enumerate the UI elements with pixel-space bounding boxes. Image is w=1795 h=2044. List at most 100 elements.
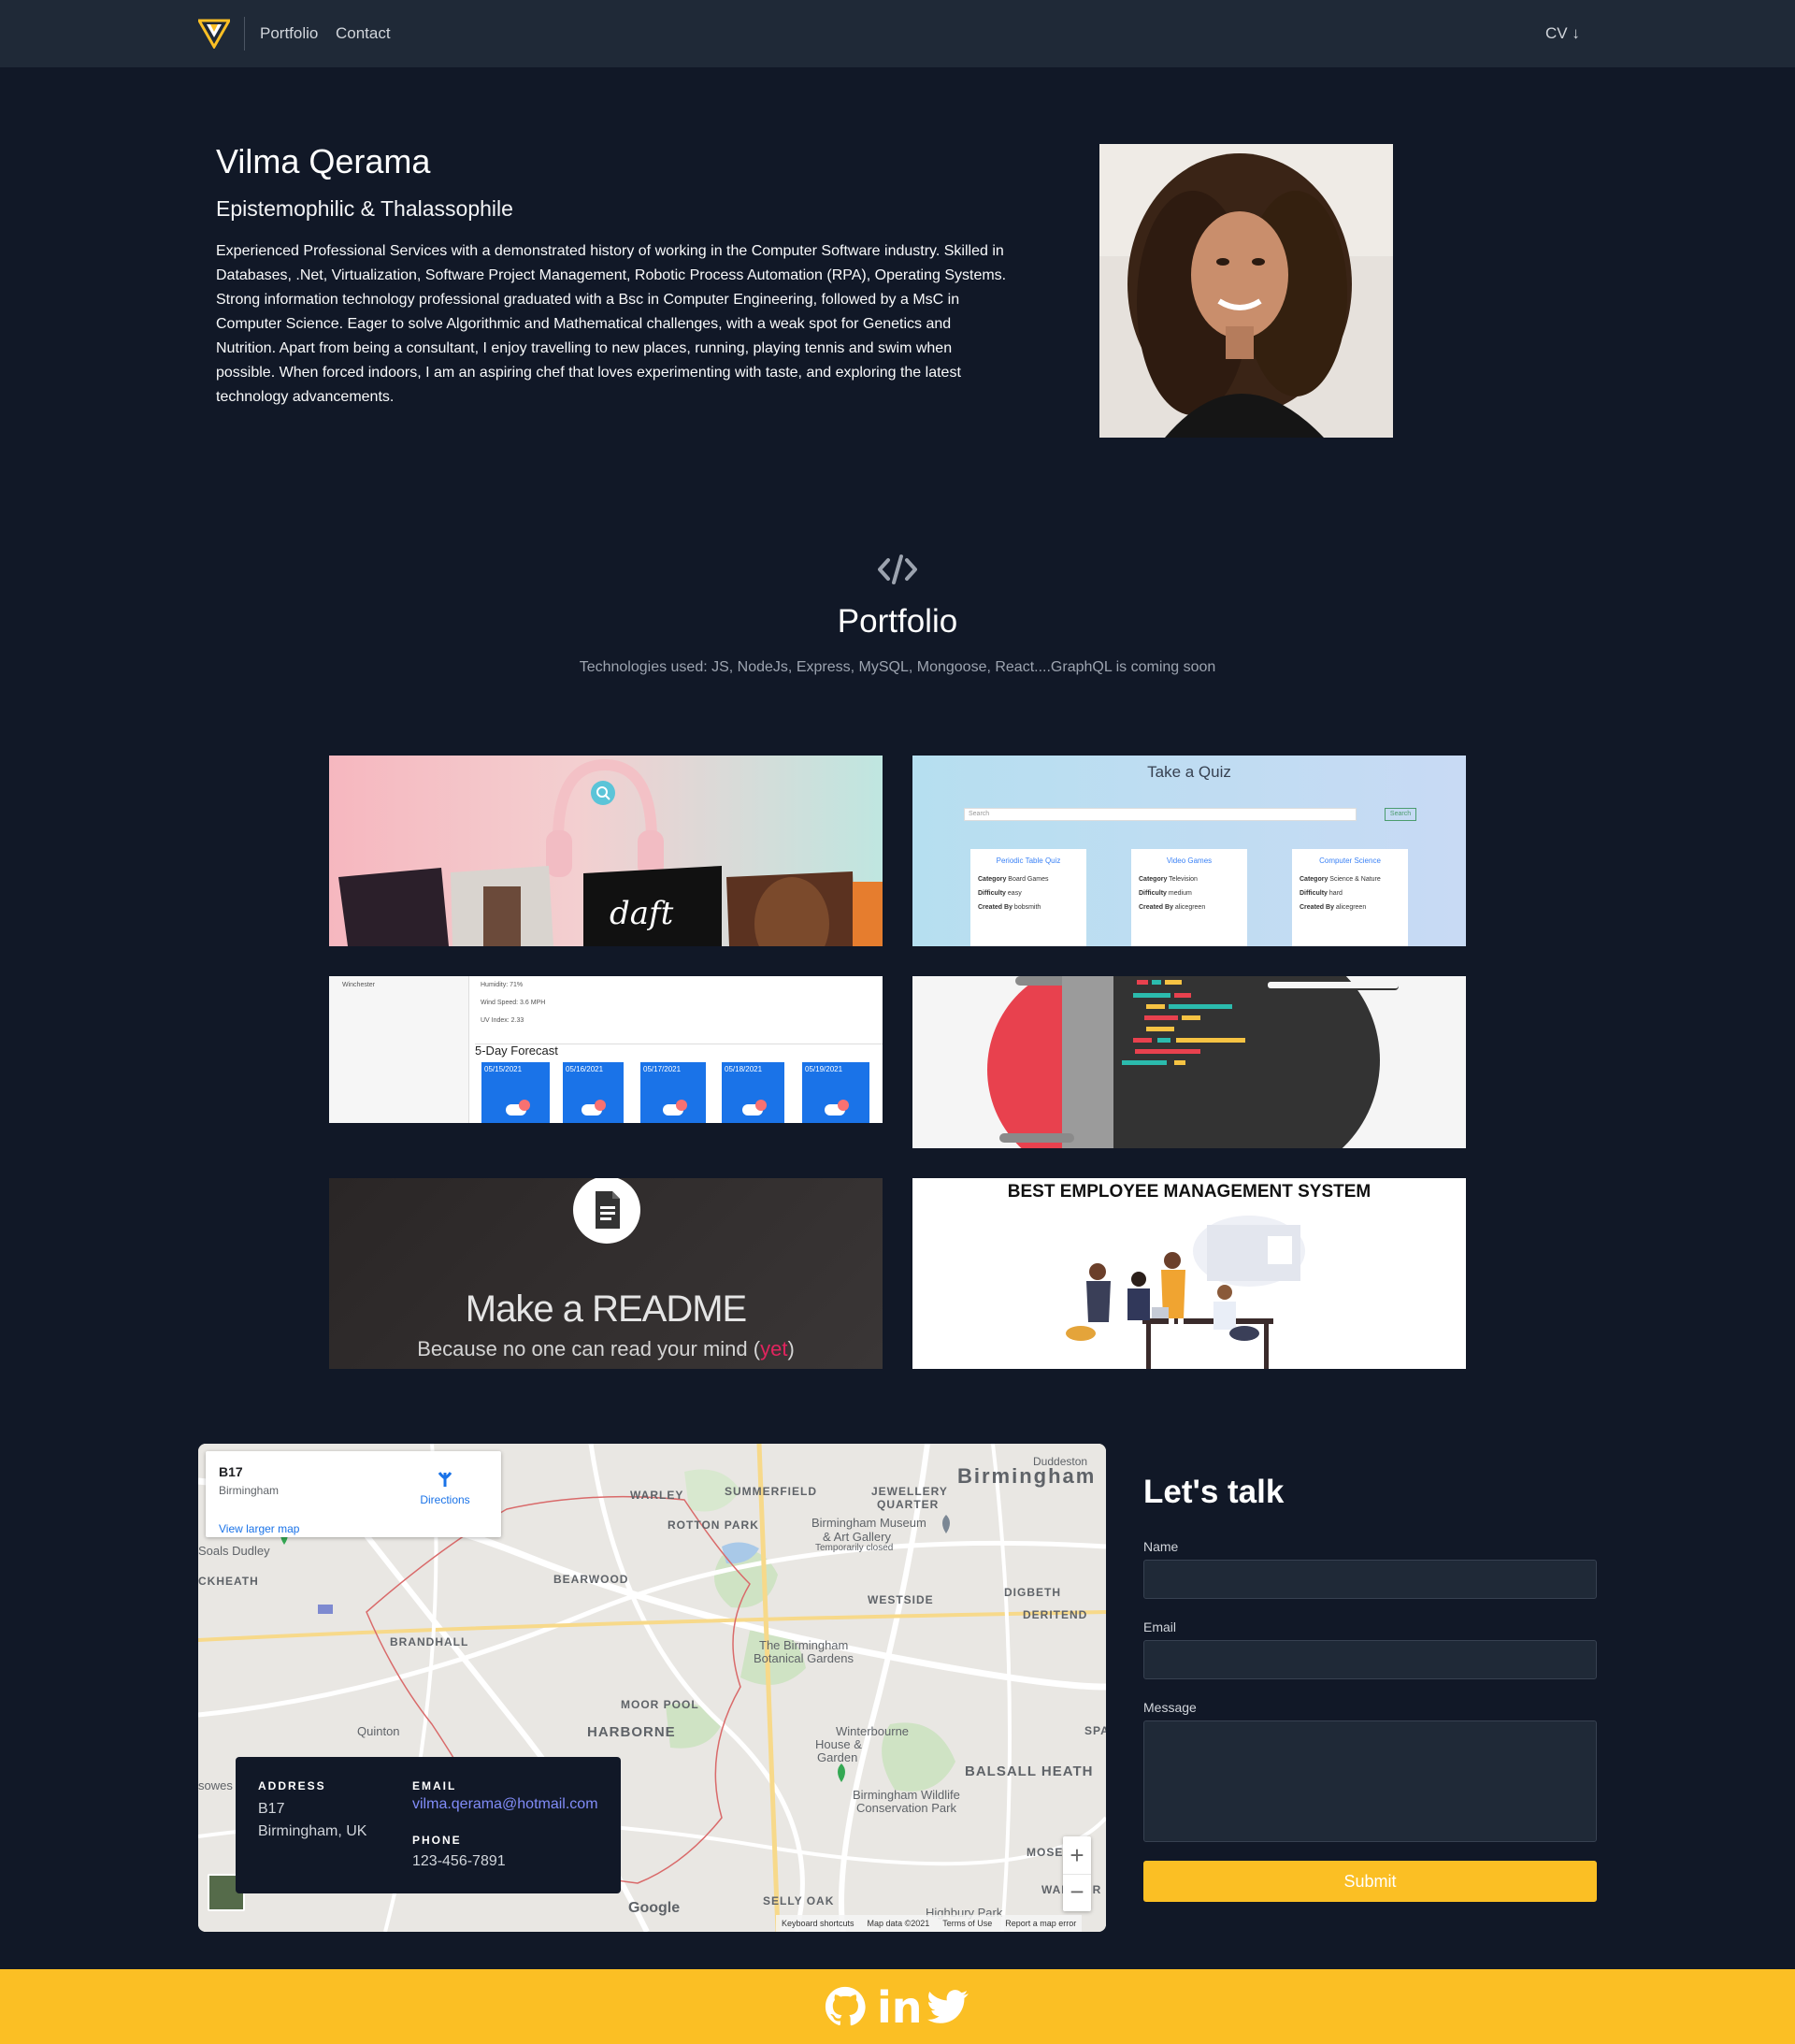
name-input[interactable] xyxy=(1143,1560,1597,1599)
map-label: QUARTER xyxy=(877,1498,940,1511)
email-link[interactable]: vilma.qerama@hotmail.com xyxy=(412,1796,598,1813)
map-label: SELLY OAK xyxy=(763,1894,835,1907)
address-line-1: B17 xyxy=(258,1801,285,1817)
map-label: & Art Gallery xyxy=(823,1530,891,1544)
directions-button[interactable]: Directions xyxy=(417,1470,473,1506)
contact-info-box: ADDRESS B17 Birmingham, UK EMAIL vilma.q… xyxy=(236,1757,621,1893)
quiz-card[interactable]: Video Games Category Television Difficul… xyxy=(1131,849,1247,946)
ems-title: BEST EMPLOYEE MANAGEMENT SYSTEM xyxy=(1007,1182,1371,1202)
readme-subtitle: Because no one can read your mind (yet) xyxy=(417,1337,795,1360)
logo-icon[interactable] xyxy=(198,19,230,49)
map-place-card: B17 Birmingham View larger map Direction… xyxy=(206,1451,501,1537)
zoom-in-button[interactable]: + xyxy=(1063,1836,1091,1874)
map-zoom-controls: + − xyxy=(1063,1836,1091,1911)
message-label: Message xyxy=(1143,1700,1197,1715)
portfolio-title: Portfolio xyxy=(837,603,958,640)
project-card-quiz[interactable]: Take a Quiz Search Search Periodic Table… xyxy=(912,756,1466,946)
map-label: HARBORNE xyxy=(587,1724,676,1740)
map-label: The Birmingham xyxy=(759,1638,849,1652)
hero-bio: Experienced Professional Services with a… xyxy=(216,243,1007,405)
map-label: BRANDHALL xyxy=(390,1635,469,1648)
github-icon[interactable] xyxy=(825,1986,866,2027)
forecast-day: 05/15/2021 xyxy=(481,1062,550,1123)
quiz-title: Take a Quiz xyxy=(1147,763,1231,781)
map-label: MOSE xyxy=(1027,1846,1064,1859)
map-label: DERITEND xyxy=(1023,1608,1088,1621)
map-label: Quinton xyxy=(357,1724,400,1738)
forecast-title: 5-Day Forecast xyxy=(475,1044,558,1058)
project-card-music[interactable]: daft xyxy=(329,756,883,946)
map-label: Birmingham Wildlife xyxy=(853,1788,960,1802)
map-label: Temporarily closed xyxy=(815,1543,894,1553)
forecast-day: 05/19/2021 xyxy=(802,1062,869,1123)
map-data-text: Map data ©2021 xyxy=(867,1919,930,1928)
project-card-ems[interactable]: BEST EMPLOYEE MANAGEMENT SYSTEM xyxy=(912,1178,1466,1369)
project-card-code[interactable] xyxy=(912,976,1466,1148)
email-label: EMAIL xyxy=(412,1779,457,1792)
profile-photo xyxy=(1099,144,1393,438)
map-label: BALSALL HEATH xyxy=(965,1763,1094,1779)
phone-number: 123-456-7891 xyxy=(412,1853,506,1869)
google-logo: Google xyxy=(628,1900,681,1916)
map-label: MOOR POOL xyxy=(621,1698,699,1711)
portfolio-tech: Technologies used: JS, NodeJs, Express, … xyxy=(579,659,1216,675)
submit-button[interactable]: Submit xyxy=(1143,1861,1597,1902)
project-card-weather[interactable]: Winchester Humidity: 71% Wind Speed: 3.6… xyxy=(329,976,883,1123)
view-larger-map-link[interactable]: View larger map xyxy=(219,1522,299,1535)
weather-city: Winchester xyxy=(342,982,376,988)
map-label: BEARWOOD xyxy=(553,1573,629,1586)
readme-title: Make a README xyxy=(465,1288,747,1330)
forecast-day: 05/17/2021 xyxy=(640,1062,706,1123)
twitter-icon[interactable] xyxy=(927,1986,969,2027)
quiz-card[interactable]: Periodic Table Quiz Category Board Games… xyxy=(970,849,1086,946)
quiz-search-input[interactable]: Search xyxy=(964,808,1357,821)
quiz-card[interactable]: Computer Science Category Science & Natu… xyxy=(1292,849,1408,946)
zoom-out-button[interactable]: − xyxy=(1063,1874,1091,1911)
map-label: Birmingham Museum xyxy=(811,1516,926,1530)
document-icon xyxy=(573,1178,640,1244)
phone-label: PHONE xyxy=(412,1834,462,1847)
map-label: SPA xyxy=(1084,1724,1106,1737)
map-label: CKHEATH xyxy=(198,1575,259,1588)
terms-link[interactable]: Terms of Use xyxy=(942,1919,992,1928)
contact-title: Let's talk xyxy=(1143,1474,1285,1510)
hero-subtitle: Epistemophilic & Thalassophile xyxy=(216,196,513,221)
map-label: WESTSIDE xyxy=(868,1593,934,1606)
email-field-label: Email xyxy=(1143,1619,1177,1634)
map-label: Conservation Park xyxy=(856,1801,956,1815)
map-label: Botanical Gardens xyxy=(754,1651,854,1665)
address-line-2: Birmingham, UK xyxy=(258,1823,367,1839)
map-label: JEWELLERY xyxy=(871,1485,948,1498)
code-icon xyxy=(878,554,917,584)
forecast-day: 05/16/2021 xyxy=(563,1062,624,1123)
project-card-readme[interactable]: Make a README Because no one can read yo… xyxy=(329,1178,883,1369)
map-label: DIGBETH xyxy=(1004,1586,1061,1599)
nav-divider xyxy=(244,17,245,50)
map-label: House & xyxy=(815,1737,862,1751)
map-footer: Keyboard shortcuts Map data ©2021 Terms … xyxy=(776,1915,1083,1932)
cv-download-link[interactable]: CV ↓ xyxy=(1545,24,1580,43)
weather-wind: Wind Speed: 3.6 MPH xyxy=(481,1000,546,1006)
footer: in xyxy=(0,1969,1795,2044)
map-label: SUMMERFIELD xyxy=(725,1485,817,1498)
forecast-day: 05/18/2021 xyxy=(722,1062,784,1123)
map-label: Duddeston xyxy=(1033,1455,1088,1468)
nav-link-contact[interactable]: Contact xyxy=(336,24,391,43)
email-input[interactable] xyxy=(1143,1640,1597,1679)
keyboard-shortcuts-link[interactable]: Keyboard shortcuts xyxy=(782,1919,854,1928)
map-place-title: B17 xyxy=(219,1464,243,1479)
report-error-link[interactable]: Report a map error xyxy=(1005,1919,1076,1928)
map-label: Garden xyxy=(817,1750,858,1764)
message-textarea[interactable] xyxy=(1143,1720,1597,1842)
quiz-search-button[interactable]: Search xyxy=(1385,808,1416,821)
map-place-subtitle: Birmingham xyxy=(219,1484,280,1497)
weather-humidity: Humidity: 71% xyxy=(481,982,524,988)
name-label: Name xyxy=(1143,1539,1179,1554)
map-label: sowes xyxy=(198,1778,233,1792)
nav-link-portfolio[interactable]: Portfolio xyxy=(260,24,318,43)
linkedin-icon[interactable]: in xyxy=(877,1982,923,2033)
map-label: Soals Dudley xyxy=(198,1544,270,1558)
map-label: WARLEY xyxy=(630,1489,684,1502)
address-label: ADDRESS xyxy=(258,1779,326,1792)
map-label: ROTTON PARK xyxy=(668,1519,759,1532)
